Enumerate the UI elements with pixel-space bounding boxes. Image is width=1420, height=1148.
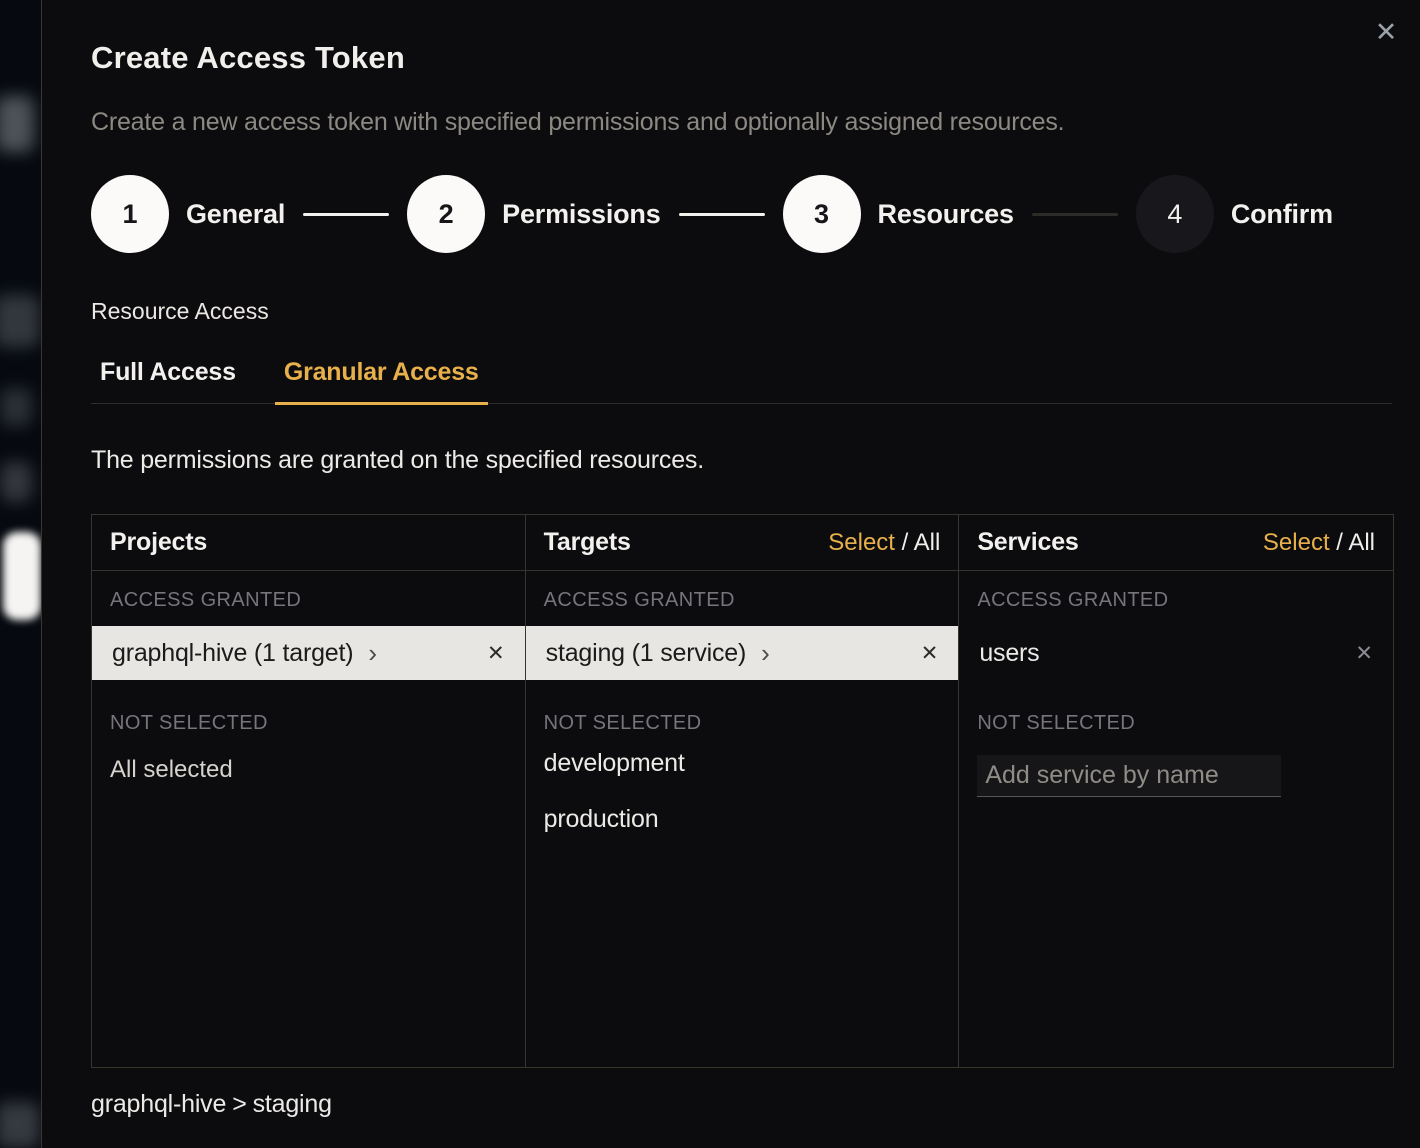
- chevron-right-icon: ›: [761, 640, 769, 666]
- projects-column: Projects ACCESS GRANTED graphql-hive (1 …: [92, 515, 526, 1067]
- modal-subtitle: Create a new access token with specified…: [91, 108, 1064, 137]
- access-mode-tabs: Full Access Granular Access: [91, 358, 1392, 404]
- projects-header-title: Projects: [110, 528, 207, 557]
- step-label: Confirm: [1231, 199, 1333, 230]
- background-blur-blob: [0, 462, 32, 502]
- selected-target-row[interactable]: staging (1 service) › ✕: [526, 626, 959, 680]
- step-label: Permissions: [502, 199, 660, 230]
- targets-header-title: Targets: [544, 528, 631, 557]
- step-circle: 1: [91, 175, 169, 253]
- service-name: users: [979, 639, 1039, 668]
- resource-access-heading: Resource Access: [91, 298, 269, 325]
- breadcrumb-target: staging: [253, 1090, 332, 1118]
- services-all-link[interactable]: All: [1348, 529, 1375, 556]
- step-connector: [1032, 213, 1118, 216]
- step-connector: [679, 213, 765, 216]
- step-number: 4: [1167, 199, 1182, 230]
- access-granted-label: ACCESS GRANTED: [110, 589, 507, 612]
- background-blur-card: [3, 532, 41, 620]
- remove-service-button[interactable]: ✕: [1355, 643, 1373, 664]
- granted-service-row: users ✕: [959, 626, 1393, 680]
- projects-column-header: Projects: [92, 515, 525, 571]
- breadcrumb: graphql-hive>staging: [91, 1090, 338, 1119]
- not-selected-label: NOT SELECTED: [977, 712, 1375, 735]
- step-circle: 2: [407, 175, 485, 253]
- wizard-stepper: 1 General 2 Permissions 3 Resources 4 Co…: [91, 174, 1333, 254]
- step-confirm[interactable]: 4 Confirm: [1136, 175, 1333, 253]
- tab-full-access[interactable]: Full Access: [91, 358, 245, 405]
- not-selected-label: NOT SELECTED: [544, 712, 941, 735]
- selected-project-row[interactable]: graphql-hive (1 target) › ✕: [92, 626, 525, 680]
- step-circle: 3: [783, 175, 861, 253]
- background-blur-blob: [0, 1102, 40, 1148]
- add-service-input[interactable]: [977, 755, 1281, 797]
- step-number: 1: [122, 199, 137, 230]
- targets-select-all: Select / All: [828, 529, 940, 557]
- targets-all-link[interactable]: All: [914, 529, 941, 556]
- access-granted-label: ACCESS GRANTED: [977, 589, 1375, 612]
- step-permissions[interactable]: 2 Permissions: [407, 175, 660, 253]
- not-selected-label: NOT SELECTED: [110, 712, 507, 735]
- resources-description: The permissions are granted on the speci…: [91, 446, 704, 475]
- access-granted-label: ACCESS GRANTED: [544, 589, 941, 612]
- target-item[interactable]: production: [526, 791, 959, 847]
- services-header-title: Services: [977, 528, 1078, 557]
- tab-granular-access[interactable]: Granular Access: [275, 358, 488, 405]
- targets-column-header: Targets Select / All: [526, 515, 959, 571]
- targets-column: Targets Select / All ACCESS GRANTED stag…: [526, 515, 960, 1067]
- remove-target-button[interactable]: ✕: [921, 643, 939, 664]
- breadcrumb-separator: >: [232, 1090, 246, 1118]
- step-resources[interactable]: 3 Resources: [783, 175, 1014, 253]
- background-blur-blob: [0, 96, 34, 152]
- step-label: General: [186, 199, 285, 230]
- resources-table: Projects ACCESS GRANTED graphql-hive (1 …: [91, 514, 1394, 1068]
- breadcrumb-project: graphql-hive: [91, 1090, 226, 1118]
- all-selected-note: All selected: [110, 756, 507, 784]
- targets-select-link[interactable]: Select: [828, 529, 895, 556]
- services-select-link[interactable]: Select: [1263, 529, 1330, 556]
- target-item[interactable]: development: [526, 735, 959, 791]
- step-label: Resources: [878, 199, 1014, 230]
- services-column-header: Services Select / All: [959, 515, 1393, 571]
- services-select-all: Select / All: [1263, 529, 1375, 557]
- remove-icon: ✕: [1355, 642, 1373, 665]
- project-name: graphql-hive (1 target): [112, 639, 353, 668]
- step-number: 2: [439, 199, 454, 230]
- services-column: Services Select / All ACCESS GRANTED use…: [959, 515, 1393, 1067]
- create-access-token-modal: ✕ Create Access Token Create a new acces…: [41, 0, 1420, 1148]
- modal-title: Create Access Token: [91, 40, 405, 76]
- remove-icon: ✕: [921, 642, 939, 665]
- close-button[interactable]: ✕: [1368, 14, 1404, 50]
- select-all-separator: /: [1330, 529, 1349, 556]
- step-general[interactable]: 1 General: [91, 175, 285, 253]
- step-number: 3: [814, 199, 829, 230]
- remove-icon: ✕: [487, 642, 505, 665]
- select-all-separator: /: [895, 529, 914, 556]
- background-blur-blob: [0, 388, 32, 426]
- target-name: staging (1 service): [546, 639, 746, 668]
- background-page-strip: [0, 0, 41, 1148]
- background-blur-blob: [0, 295, 40, 347]
- chevron-right-icon: ›: [368, 640, 376, 666]
- close-icon: ✕: [1375, 17, 1398, 47]
- step-connector: [303, 213, 389, 216]
- remove-project-button[interactable]: ✕: [487, 643, 505, 664]
- step-circle: 4: [1136, 175, 1214, 253]
